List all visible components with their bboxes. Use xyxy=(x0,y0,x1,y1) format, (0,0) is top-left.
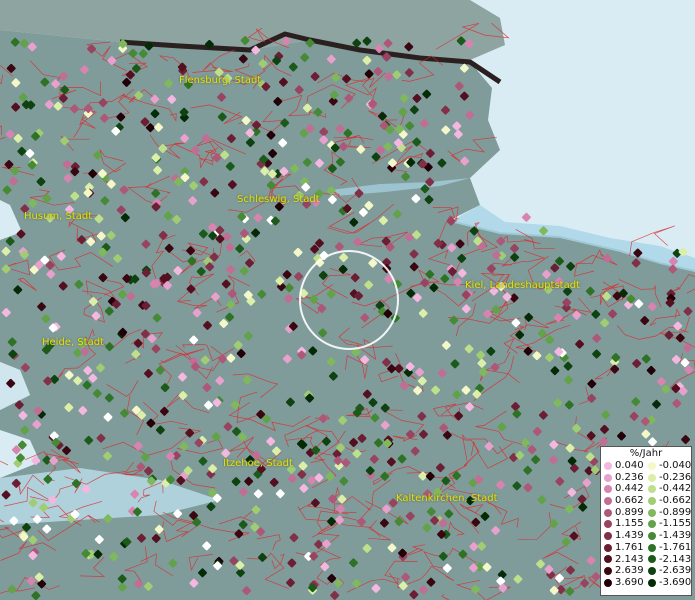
legend-value: 0.442 xyxy=(615,483,644,495)
legend-value: -1.439 xyxy=(659,530,692,542)
legend-entry: -1.439 xyxy=(645,530,691,542)
legend-swatch xyxy=(604,461,612,470)
legend-row: 2.639 -2.639 xyxy=(601,565,691,577)
legend-title: %/Jahr xyxy=(629,448,663,459)
legend-value: 2.143 xyxy=(615,553,644,565)
city-label-husum: Husum, Stadt xyxy=(24,211,93,222)
legend-value: -0.899 xyxy=(659,506,692,518)
legend-swatch xyxy=(604,496,612,505)
city-label-kaltenkirchen: Kaltenkirchen, Stadt xyxy=(396,493,498,504)
city-label-schleswig: Schleswig, Stadt xyxy=(237,194,320,205)
legend-row: 1.155 -1.155 xyxy=(601,518,691,530)
legend-entry: 0.899 xyxy=(601,507,645,519)
legend-entry: 0.442 xyxy=(601,483,645,495)
legend-entry: -0.040 xyxy=(645,460,691,472)
legend-entry: 1.155 xyxy=(601,518,645,530)
legend-entry: 2.143 xyxy=(601,554,645,566)
legend-value: 1.439 xyxy=(615,530,644,542)
legend-swatch xyxy=(604,508,612,517)
map-canvas[interactable] xyxy=(0,0,695,600)
legend-row: 0.662 -0.662 xyxy=(601,495,691,507)
legend-entry: 0.040 xyxy=(601,460,645,472)
legend-entry: 2.639 xyxy=(601,565,645,577)
legend-row: 3.690 -3.690 xyxy=(601,577,691,589)
legend-value: -0.040 xyxy=(659,460,692,471)
legend-value: -3.690 xyxy=(659,576,692,588)
legend-value: 0.040 xyxy=(615,460,644,471)
legend-entry: 1.761 xyxy=(601,542,645,554)
legend-row: 1.761 -1.761 xyxy=(601,542,691,554)
legend-row: 2.143 -2.143 xyxy=(601,554,691,566)
legend-value: -1.155 xyxy=(659,518,692,530)
legend-rows: 0.040 -0.040 0.236 -0.236 0.442 -0.442 0.662 -0… xyxy=(601,460,691,589)
legend-swatch xyxy=(648,555,656,564)
legend-swatch xyxy=(604,567,612,576)
legend-swatch xyxy=(604,473,612,482)
legend-entry: 0.236 xyxy=(601,472,645,484)
city-label-heide: Heide, Stadt xyxy=(42,337,104,348)
legend-swatch xyxy=(648,461,656,470)
legend-entry: -0.662 xyxy=(645,495,691,507)
legend-swatch xyxy=(604,485,612,494)
legend-swatch xyxy=(648,473,656,482)
legend-entry: -2.639 xyxy=(645,565,691,577)
legend-value: -0.236 xyxy=(659,471,692,483)
map-view[interactable]: Flensburg, Stadt Husum, Stadt Schleswig,… xyxy=(0,0,695,600)
legend-value: 3.690 xyxy=(615,576,644,588)
legend-entry: -0.442 xyxy=(645,483,691,495)
legend-swatch xyxy=(648,567,656,576)
legend-swatch xyxy=(648,578,656,587)
legend-value: -2.143 xyxy=(659,553,692,565)
legend-value: 1.761 xyxy=(615,541,644,553)
legend-row: 1.439 -1.439 xyxy=(601,530,691,542)
city-label-kiel: Kiel, Landeshauptstadt xyxy=(465,280,580,291)
legend-value: 0.236 xyxy=(615,471,644,483)
legend-swatch xyxy=(648,496,656,505)
legend-entry: -3.690 xyxy=(645,577,691,589)
legend-swatch xyxy=(648,531,656,540)
city-label-itzehoe: Itzehoe, Stadt xyxy=(223,458,293,469)
legend-row: 0.236 -0.236 xyxy=(601,472,691,484)
legend-value: -2.639 xyxy=(659,565,692,577)
legend-value: 2.639 xyxy=(615,565,644,577)
legend-swatch xyxy=(648,543,656,552)
legend-entry: 1.439 xyxy=(601,530,645,542)
legend-value: 0.662 xyxy=(615,495,644,507)
legend-swatch xyxy=(648,520,656,529)
legend-value: -0.662 xyxy=(659,495,692,507)
legend-entry: 0.662 xyxy=(601,495,645,507)
legend-swatch xyxy=(604,578,612,587)
legend-swatch xyxy=(604,531,612,540)
legend-swatch xyxy=(648,485,656,494)
legend-entry: -0.236 xyxy=(645,472,691,484)
legend-swatch xyxy=(604,520,612,529)
legend-row: 0.040 -0.040 xyxy=(601,460,691,472)
legend-value: -0.442 xyxy=(659,483,692,495)
legend-swatch xyxy=(648,508,656,517)
legend-entry: -2.143 xyxy=(645,554,691,566)
legend-swatch xyxy=(604,543,612,552)
legend-value: 0.899 xyxy=(615,506,644,518)
legend-entry: -1.761 xyxy=(645,542,691,554)
legend-value: -1.761 xyxy=(659,541,692,553)
legend-entry: 3.690 xyxy=(601,577,645,589)
legend-entry: -0.899 xyxy=(645,507,691,519)
legend-value: 1.155 xyxy=(615,518,644,530)
legend: %/Jahr 0.040 -0.040 0.236 -0.236 0.442 -0.442… xyxy=(600,446,692,596)
legend-entry: -1.155 xyxy=(645,518,691,530)
city-label-flensburg: Flensburg, Stadt xyxy=(179,75,262,86)
legend-row: 0.899 -0.899 xyxy=(601,507,691,519)
legend-row: 0.442 -0.442 xyxy=(601,483,691,495)
legend-swatch xyxy=(604,555,612,564)
